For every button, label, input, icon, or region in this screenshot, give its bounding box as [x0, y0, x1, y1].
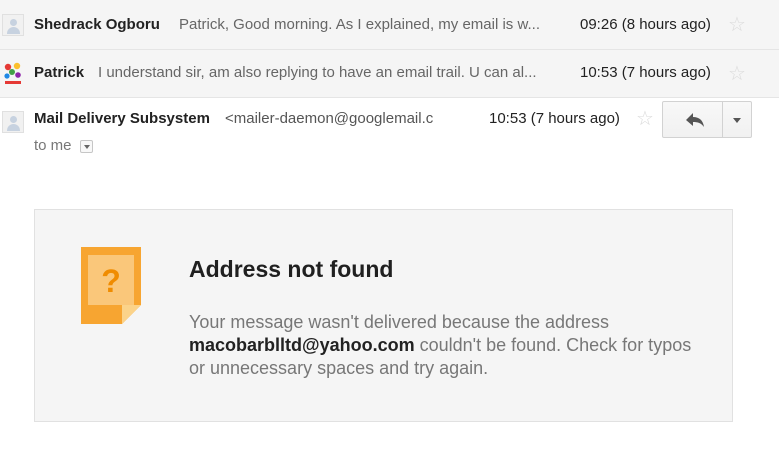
show-details-dropdown[interactable]	[80, 140, 93, 153]
sender-address: <mailer-daemon@googlemail.c	[225, 110, 434, 127]
star-icon[interactable]: ☆	[728, 64, 746, 84]
avatar	[2, 14, 24, 36]
message-time: 10:53 (7 hours ago)	[489, 110, 620, 127]
avatar	[2, 111, 24, 133]
message-snippet: I understand sir, am also replying to ha…	[98, 64, 537, 81]
thread-message-collapsed[interactable]: Patrick I understand sir, am also replyi…	[0, 50, 779, 98]
bounce-body: Your message wasn't delivered because th…	[189, 311, 709, 380]
recipient-label: to me	[34, 137, 72, 154]
reply-button[interactable]	[662, 101, 723, 138]
star-icon[interactable]: ☆	[728, 15, 746, 35]
reply-icon	[686, 113, 704, 127]
message-time: 10:53 (7 hours ago)	[580, 64, 711, 81]
sender-name[interactable]: Mail Delivery Subsystem	[34, 110, 210, 127]
star-icon[interactable]: ☆	[636, 109, 654, 129]
reply-button-group	[662, 101, 752, 138]
thread-message-collapsed[interactable]: Shedrack Ogboru Patrick, Good morning. A…	[0, 0, 779, 50]
sender-name: Shedrack Ogboru	[34, 16, 160, 33]
bounce-body-intro: Your message wasn't delivered because th…	[189, 312, 610, 332]
bounce-notice-card: ? Address not found Your message wasn't …	[34, 209, 733, 422]
sender-name: Patrick	[34, 64, 85, 81]
message-snippet: Patrick, Good morning. As I explained, m…	[179, 16, 540, 33]
avatar	[4, 62, 21, 84]
note-glyph: ?	[101, 263, 121, 299]
chevron-down-icon	[733, 118, 741, 123]
message-time: 09:26 (8 hours ago)	[580, 16, 711, 33]
question-note-icon: ?	[81, 247, 141, 324]
bounce-title: Address not found	[189, 256, 394, 282]
bounced-address: macobarblltd@yahoo.com	[189, 335, 415, 355]
more-options-button[interactable]	[722, 101, 752, 138]
